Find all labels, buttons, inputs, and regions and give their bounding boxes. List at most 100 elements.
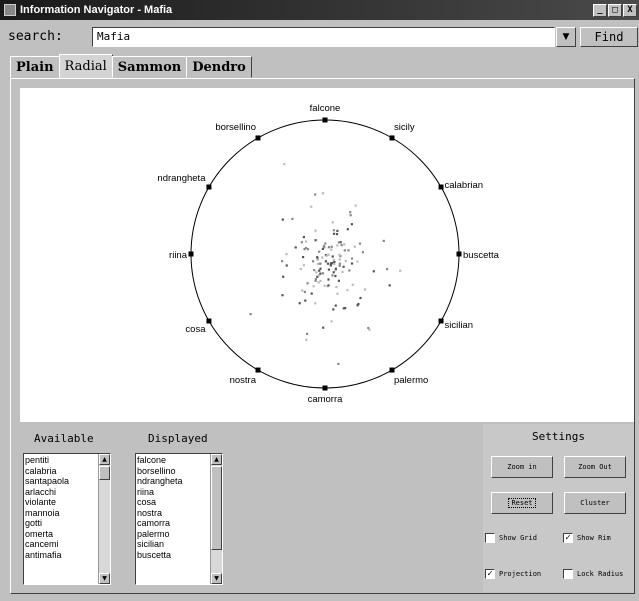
document-point[interactable] (323, 246, 326, 249)
document-point[interactable] (302, 264, 305, 267)
tab-dendro[interactable]: Dendro (186, 56, 252, 78)
list-item[interactable]: calabria (25, 466, 69, 477)
document-point[interactable] (305, 338, 308, 341)
document-point[interactable] (330, 245, 333, 248)
document-point[interactable] (349, 211, 352, 214)
checkbox-box[interactable]: ✓ (563, 533, 573, 543)
document-point[interactable] (344, 307, 347, 310)
scroll-down-icon[interactable]: ▼ (99, 573, 110, 584)
document-point[interactable] (310, 292, 313, 295)
document-point[interactable] (314, 193, 317, 196)
document-point[interactable] (312, 285, 315, 288)
document-point[interactable] (306, 332, 309, 335)
document-point[interactable] (249, 313, 252, 316)
document-point[interactable] (353, 245, 356, 248)
document-point[interactable] (346, 289, 349, 292)
anchor-marker[interactable] (206, 184, 212, 190)
document-point[interactable] (367, 326, 370, 330)
document-point[interactable] (310, 205, 313, 208)
document-point[interactable] (327, 278, 330, 281)
document-point[interactable] (332, 229, 335, 232)
document-point[interactable] (338, 262, 341, 265)
document-point[interactable] (291, 217, 294, 220)
document-point[interactable] (306, 282, 309, 285)
document-point[interactable] (336, 244, 339, 247)
list-item[interactable]: palermo (137, 529, 183, 540)
document-point[interactable] (337, 362, 340, 365)
document-point[interactable] (285, 264, 288, 267)
document-point[interactable] (313, 269, 316, 272)
document-point[interactable] (306, 248, 310, 251)
document-point[interactable] (338, 264, 341, 267)
anchor-marker[interactable] (255, 135, 261, 141)
document-point[interactable] (340, 244, 343, 247)
document-point[interactable] (333, 262, 336, 266)
document-point[interactable] (319, 279, 322, 282)
tab-sammon[interactable]: Sammon (111, 56, 188, 78)
list-item[interactable]: camorra (137, 518, 183, 529)
scroll-down-icon[interactable]: ▼ (211, 573, 222, 584)
document-point[interactable] (338, 258, 341, 261)
document-point[interactable] (334, 267, 337, 270)
document-point[interactable] (332, 232, 336, 235)
document-point[interactable] (282, 275, 285, 278)
zoom-out-button[interactable]: Zoom Out (564, 456, 626, 478)
reset-button[interactable]: Reset (491, 492, 553, 514)
list-item[interactable]: pentiti (25, 455, 69, 466)
anchor-marker[interactable] (255, 367, 261, 373)
document-point[interactable] (335, 285, 338, 289)
document-point[interactable] (319, 267, 322, 270)
document-point[interactable] (331, 221, 334, 224)
list-item[interactable]: santapaola (25, 476, 69, 487)
document-point[interactable] (348, 269, 351, 272)
list-item[interactable]: riina (137, 487, 183, 498)
tab-plain[interactable]: Plain (10, 56, 60, 78)
document-point[interactable] (338, 253, 341, 256)
list-item[interactable]: sicilian (137, 539, 183, 550)
document-point[interactable] (356, 260, 359, 263)
checkbox-box[interactable]: ✓ (485, 569, 495, 579)
document-point[interactable] (330, 320, 333, 323)
document-point[interactable] (304, 240, 308, 243)
document-point[interactable] (332, 271, 335, 274)
document-point[interactable] (321, 272, 325, 275)
document-point[interactable] (329, 264, 332, 267)
list-item[interactable]: borsellino (137, 466, 183, 477)
document-point[interactable] (283, 163, 286, 166)
list-item[interactable]: violante (25, 497, 69, 508)
projection-checkbox[interactable]: ✓ Projection (485, 569, 541, 579)
minimize-button[interactable]: _ (593, 3, 607, 17)
document-point[interactable] (302, 236, 305, 239)
displayed-scrollbar[interactable]: ▲ ▼ (210, 454, 222, 584)
document-point[interactable] (321, 256, 324, 259)
document-point[interactable] (299, 267, 302, 271)
document-point[interactable] (350, 257, 354, 260)
document-point[interactable] (359, 296, 362, 300)
zoom-in-button[interactable]: Zoom in (491, 456, 553, 478)
list-item[interactable]: cosa (137, 497, 183, 508)
document-point[interactable] (281, 294, 284, 297)
document-point[interactable] (332, 258, 335, 261)
close-button[interactable]: X (623, 3, 637, 17)
list-item[interactable]: mannoia (25, 508, 69, 519)
document-point[interactable] (301, 289, 304, 292)
show-rim-checkbox[interactable]: ✓ Show Rim (563, 533, 611, 543)
document-point[interactable] (327, 246, 330, 249)
document-point[interactable] (361, 251, 364, 254)
document-point[interactable] (399, 269, 402, 272)
document-point[interactable] (386, 268, 389, 271)
list-item[interactable]: omerta (25, 529, 69, 540)
scroll-thumb[interactable] (99, 466, 110, 480)
document-point[interactable] (336, 229, 339, 232)
anchor-marker[interactable] (322, 385, 328, 391)
search-input[interactable]: Mafia (92, 27, 555, 47)
available-scrollbar[interactable]: ▲ ▼ (98, 454, 110, 584)
radial-canvas[interactable]: falcone sicily calabrian buscetta sicilian pa… (20, 88, 634, 422)
anchor-marker[interactable] (322, 117, 328, 123)
show-grid-checkbox[interactable]: Show Grid (485, 533, 537, 543)
document-point[interactable] (335, 233, 339, 236)
document-point[interactable] (334, 274, 337, 278)
document-point[interactable] (314, 302, 317, 305)
document-point[interactable] (314, 239, 317, 242)
document-point[interactable] (351, 283, 354, 286)
